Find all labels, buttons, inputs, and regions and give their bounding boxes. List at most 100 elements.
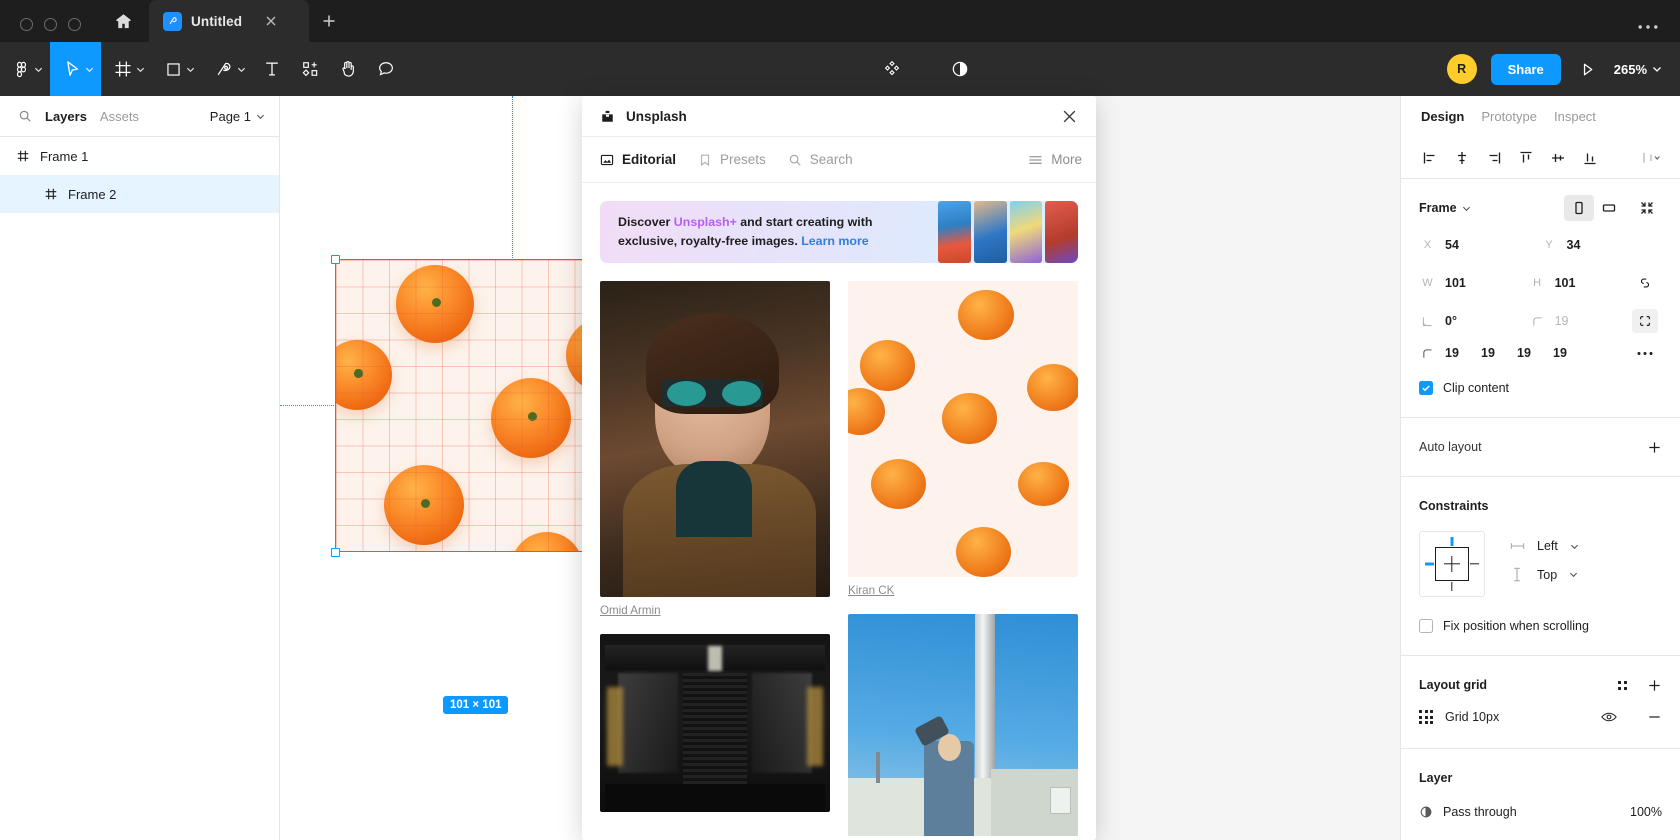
- portrait-orientation-button[interactable]: [1564, 195, 1594, 221]
- align-vertical-center-button[interactable]: [1543, 143, 1573, 173]
- rotation-field[interactable]: 0°: [1419, 305, 1529, 337]
- present-button[interactable]: [1575, 61, 1600, 78]
- photo-thumbnail[interactable]: [600, 634, 830, 812]
- figma-menu-button[interactable]: [0, 42, 50, 96]
- layout-grid-item[interactable]: Grid 10px: [1419, 700, 1662, 734]
- document-tab[interactable]: Untitled: [149, 0, 309, 42]
- plugin-tabs: Editorial Presets Search More: [582, 137, 1096, 183]
- layers-panel-header: Layers Assets Page 1: [0, 96, 279, 137]
- frame-type-selector[interactable]: Frame: [1419, 201, 1471, 215]
- align-left-button[interactable]: [1415, 143, 1445, 173]
- figma-app-window: Untitled R Share 265% Layers Assets Page…: [0, 0, 1680, 840]
- shape-tool-button[interactable]: [152, 42, 202, 96]
- independent-corners-button[interactable]: [1629, 305, 1662, 337]
- corner-radius-top-right[interactable]: 19: [1481, 346, 1517, 360]
- user-avatar[interactable]: R: [1446, 54, 1477, 84]
- tab-layers[interactable]: Layers: [45, 109, 87, 124]
- page-selector[interactable]: Page 1: [210, 109, 265, 124]
- x-position-field[interactable]: X 54: [1419, 229, 1541, 261]
- horizontal-constraint-select[interactable]: Left: [1509, 539, 1579, 553]
- plugin-more-button[interactable]: More: [1028, 152, 1082, 167]
- resize-handle-top-left[interactable]: [331, 255, 340, 264]
- resize-to-fit-button[interactable]: [1632, 195, 1662, 221]
- share-button[interactable]: Share: [1490, 53, 1561, 85]
- actions-tool-button[interactable]: [291, 42, 329, 96]
- add-layout-grid-button[interactable]: [1647, 678, 1662, 693]
- photo-credit-link[interactable]: Kiran CK: [848, 584, 1078, 597]
- layer-title: Layer: [1419, 771, 1453, 785]
- add-auto-layout-button[interactable]: [1647, 440, 1662, 455]
- zoom-control[interactable]: 265%: [1614, 62, 1662, 77]
- corner-radius-bottom-left[interactable]: 19: [1553, 346, 1589, 360]
- resize-handle-bottom-left[interactable]: [331, 548, 340, 557]
- selected-frame[interactable]: [335, 259, 618, 552]
- layout-grid-overlay: [336, 260, 617, 551]
- promo-learn-more-link[interactable]: Learn more: [801, 234, 868, 248]
- plugin-body[interactable]: Discover Unsplash+ and start creating wi…: [582, 183, 1096, 840]
- frame-icon: [45, 188, 57, 200]
- title-bar: Untitled: [0, 0, 1680, 42]
- maximize-window-button[interactable]: [68, 18, 81, 31]
- photo-credit-link[interactable]: Omid Armin: [600, 604, 830, 617]
- photo-thumbnail[interactable]: [848, 614, 1078, 836]
- fix-position-checkbox[interactable]: [1419, 619, 1433, 633]
- layer-header-row: Layer: [1419, 763, 1662, 793]
- corner-radius-bottom-right[interactable]: 19: [1517, 346, 1553, 360]
- corner-radius-top-left[interactable]: 19: [1445, 346, 1481, 360]
- remove-layout-grid-button[interactable]: [1647, 715, 1662, 719]
- grid-settings-button[interactable]: [1618, 680, 1627, 690]
- plugin-tab-presets[interactable]: Presets: [698, 152, 766, 167]
- proportions-lock-button[interactable]: [1629, 267, 1662, 299]
- tab-prototype[interactable]: Prototype: [1481, 109, 1537, 124]
- theme-toggle-button[interactable]: [941, 42, 979, 96]
- pen-tool-button[interactable]: [202, 42, 253, 96]
- unsplash-plus-promo-banner[interactable]: Discover Unsplash+ and start creating wi…: [600, 201, 1078, 263]
- angle-icon: [1422, 316, 1432, 326]
- window-controls[interactable]: [0, 18, 97, 42]
- layer-blend-row[interactable]: Pass through 100%: [1419, 797, 1662, 827]
- home-button[interactable]: [97, 0, 149, 42]
- corner-radius-field[interactable]: 19: [1529, 305, 1629, 337]
- close-tab-button[interactable]: [265, 15, 277, 27]
- frame-tool-button[interactable]: [101, 42, 152, 96]
- minimize-window-button[interactable]: [44, 18, 57, 31]
- plugin-tab-editorial[interactable]: Editorial: [600, 152, 676, 167]
- frame-more-options-button[interactable]: [1628, 351, 1662, 356]
- tab-design[interactable]: Design: [1421, 109, 1464, 124]
- photo-thumbnail[interactable]: [600, 281, 830, 597]
- tab-assets[interactable]: Assets: [100, 109, 139, 124]
- layer-opacity-value[interactable]: 100%: [1630, 805, 1662, 819]
- vertical-constraint-select[interactable]: Top: [1509, 567, 1579, 582]
- search-icon[interactable]: [18, 109, 32, 123]
- align-horizontal-center-button[interactable]: [1447, 143, 1477, 173]
- fix-position-row[interactable]: Fix position when scrolling: [1419, 611, 1662, 641]
- align-top-button[interactable]: [1511, 143, 1541, 173]
- photo-thumbnail[interactable]: [848, 281, 1078, 577]
- layer-row-frame-2[interactable]: Frame 2: [0, 175, 279, 213]
- height-field[interactable]: H 101: [1529, 267, 1629, 299]
- align-bottom-button[interactable]: [1575, 143, 1605, 173]
- toggle-grid-visibility-button[interactable]: [1601, 711, 1617, 723]
- constraints-widget[interactable]: [1419, 531, 1485, 597]
- hand-tool-button[interactable]: [329, 42, 367, 96]
- move-tool-button[interactable]: [50, 42, 101, 96]
- comment-tool-button[interactable]: [367, 42, 405, 96]
- text-tool-button[interactable]: [253, 42, 291, 96]
- dev-mode-button[interactable]: [873, 42, 911, 96]
- landscape-orientation-button[interactable]: [1594, 195, 1624, 221]
- close-plugin-button[interactable]: [1056, 103, 1082, 129]
- distribute-button[interactable]: [1636, 143, 1666, 173]
- align-right-button[interactable]: [1479, 143, 1509, 173]
- close-window-button[interactable]: [20, 18, 33, 31]
- layer-row-frame-1[interactable]: Frame 1: [0, 137, 279, 175]
- new-tab-button[interactable]: [309, 0, 349, 42]
- y-position-field[interactable]: Y 34: [1541, 229, 1663, 261]
- width-field[interactable]: W 101: [1419, 267, 1529, 299]
- frame-icon: [17, 150, 29, 162]
- clip-content-checkbox[interactable]: [1419, 381, 1433, 395]
- clip-content-row[interactable]: Clip content: [1419, 373, 1662, 403]
- window-menu-button[interactable]: [1638, 24, 1680, 42]
- promo-line1-pre: Discover: [618, 214, 674, 229]
- tab-inspect[interactable]: Inspect: [1554, 109, 1596, 124]
- plugin-tab-search[interactable]: Search: [788, 152, 853, 167]
